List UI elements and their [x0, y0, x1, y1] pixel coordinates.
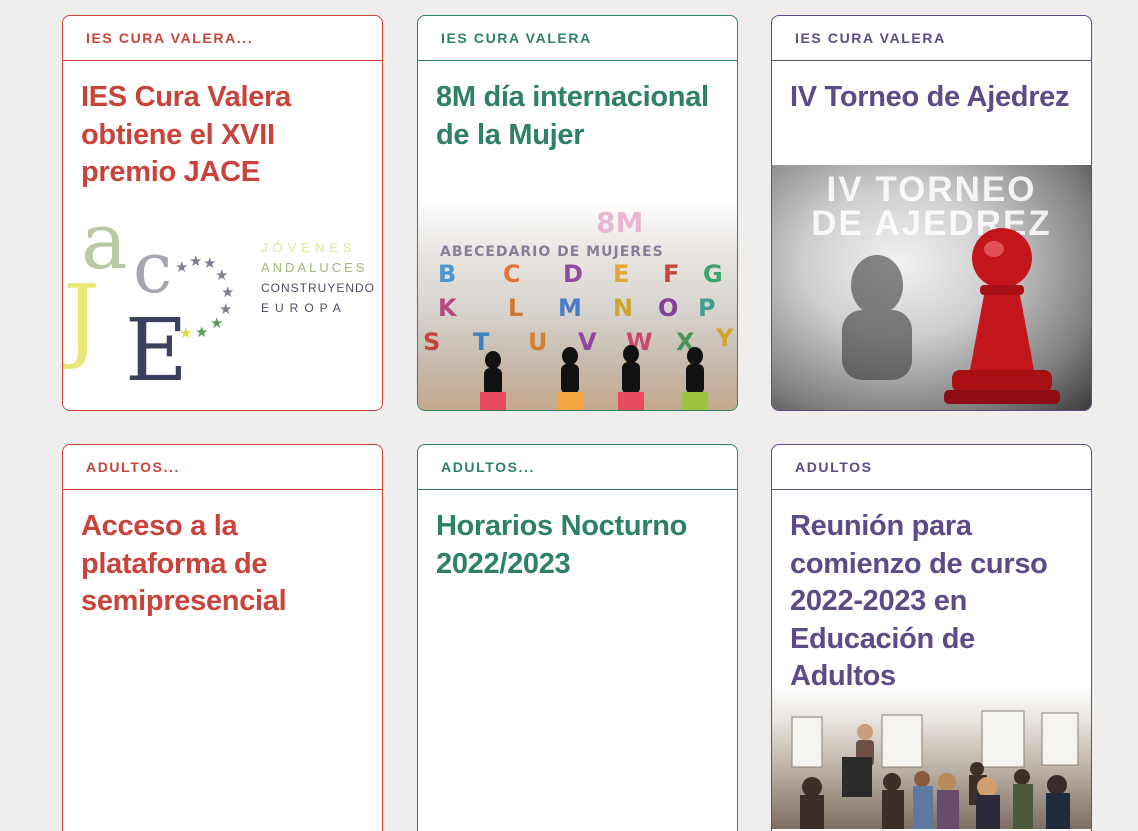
jace-letter-c: c: [133, 227, 172, 309]
card-title[interactable]: IV Torneo de Ajedrez: [772, 61, 1091, 117]
windows: [791, 710, 1079, 768]
mural-8m-text: 8M: [596, 206, 643, 239]
svg-text:★: ★: [210, 314, 223, 332]
svg-text:★: ★: [215, 266, 228, 284]
svg-text:V: V: [578, 328, 597, 356]
card-category[interactable]: IES CURA VALERA: [772, 16, 1091, 61]
audience: [800, 762, 1070, 829]
card-category[interactable]: ADULTOS...: [63, 445, 382, 490]
svg-text:O: O: [658, 294, 678, 322]
card-title[interactable]: Horarios Nocturno 2022/2023: [418, 490, 737, 583]
svg-text:F: F: [663, 260, 679, 288]
svg-text:K: K: [438, 294, 458, 322]
red-pawn-icon: [944, 228, 1060, 404]
svg-text:T: T: [473, 328, 490, 356]
card-category[interactable]: IES CURA VALERA...: [63, 16, 382, 61]
news-card-ajedrez[interactable]: IES CURA VALERA IV Torneo de Ajedrez IV …: [771, 15, 1092, 411]
news-card-reunion[interactable]: ADULTOS Reunión para comienzo de curso 2…: [771, 444, 1092, 831]
mural-heading-text: ABECEDARIO DE MUJERES: [440, 244, 664, 260]
jace-letter-j: J: [63, 265, 100, 372]
svg-text:★: ★: [189, 252, 202, 270]
card-title[interactable]: Reunión para comienzo de curso 2022-2023…: [772, 490, 1091, 696]
mural-photo[interactable]: 8M ABECEDARIO DE MUJERES B C D E F G K L…: [418, 200, 737, 410]
svg-text:M: M: [558, 294, 582, 322]
svg-text:E: E: [613, 260, 629, 288]
jace-text-line-2: ANDALUCES: [261, 260, 368, 275]
svg-text:L: L: [508, 294, 523, 322]
jace-logo-image[interactable]: a c J E ★ ★ ★ ★ ★ ★ ★ ★ ★ JÓVENES ANDALU…: [63, 200, 382, 410]
card-title[interactable]: 8M día internacional de la Mujer: [418, 61, 737, 154]
news-grid: IES CURA VALERA... IES Cura Valera obtie…: [0, 0, 1138, 831]
card-category[interactable]: IES CURA VALERA: [418, 16, 737, 61]
svg-text:U: U: [528, 328, 548, 356]
card-category[interactable]: ADULTOS: [772, 445, 1091, 490]
svg-text:★: ★: [195, 323, 208, 341]
svg-text:★: ★: [221, 283, 234, 301]
news-card-jace[interactable]: IES CURA VALERA... IES Cura Valera obtie…: [62, 15, 383, 411]
mural-graphic: 8M ABECEDARIO DE MUJERES B C D E F G K L…: [423, 206, 734, 410]
svg-text:D: D: [563, 260, 583, 288]
shadow-piece: [842, 255, 912, 380]
jace-letter-e: E: [125, 301, 188, 401]
news-card-semipresencial[interactable]: ADULTOS... Acceso a la plataforma de sem…: [62, 444, 383, 831]
speaker: [842, 724, 874, 797]
chess-pawn-graphic: [842, 228, 1060, 404]
svg-text:N: N: [613, 294, 633, 322]
card-title[interactable]: Acceso a la plataforma de semipresencial: [63, 490, 382, 621]
card-title[interactable]: IES Cura Valera obtiene el XVII premio J…: [63, 61, 382, 192]
svg-text:S: S: [423, 328, 440, 356]
svg-text:★: ★: [179, 324, 192, 342]
jace-text-line-4: EUROPA: [261, 301, 347, 315]
chess-photo[interactable]: IV TORNEO DE AJEDREZ: [772, 165, 1091, 410]
classroom-graphic: [791, 710, 1079, 829]
jace-logo-graphic: a c J E ★ ★ ★ ★ ★ ★ ★ ★ ★: [63, 200, 234, 401]
jace-text-line-3: CONSTRUYENDO: [261, 281, 376, 295]
classroom-photo[interactable]: [772, 687, 1091, 829]
card-category[interactable]: ADULTOS...: [418, 445, 737, 490]
eu-stars-icon: ★ ★ ★ ★ ★ ★ ★ ★ ★: [175, 252, 234, 342]
svg-text:B: B: [438, 260, 456, 288]
news-card-horarios[interactable]: ADULTOS... Horarios Nocturno 2022/2023: [417, 444, 738, 831]
svg-text:P: P: [698, 294, 716, 322]
flower-skirts: [480, 392, 708, 410]
svg-text:★: ★: [175, 258, 188, 276]
svg-text:Y: Y: [715, 324, 734, 352]
svg-text:G: G: [703, 260, 723, 288]
jace-text-line-1: JÓVENES: [261, 240, 357, 255]
news-card-8m[interactable]: IES CURA VALERA 8M día internacional de …: [417, 15, 738, 411]
svg-text:C: C: [503, 260, 521, 288]
